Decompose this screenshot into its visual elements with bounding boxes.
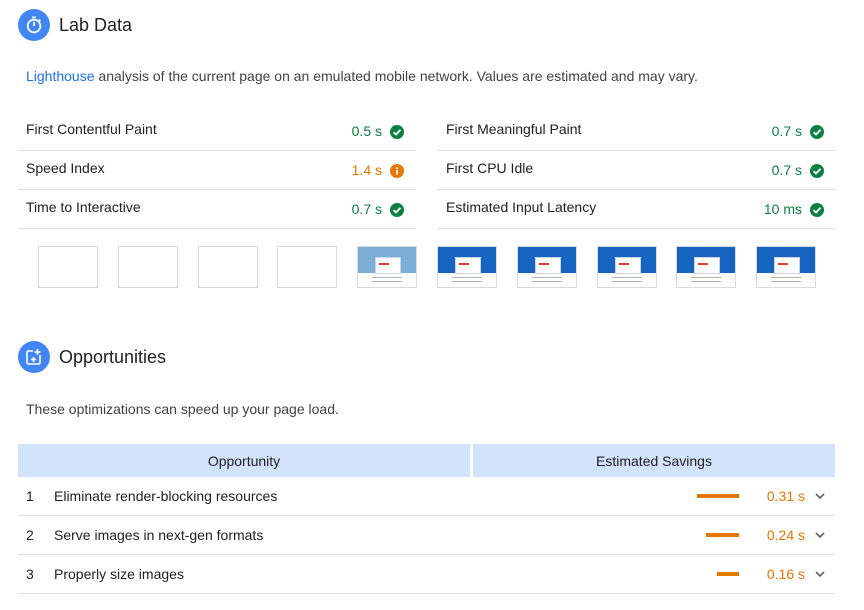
pass-check-icon [810,164,824,178]
pass-check-icon [810,125,824,139]
metric-value: 0.7 s [771,162,802,178]
filmstrip-frame [197,246,258,288]
opportunity-row[interactable]: 3 Properly size images 0.16 s [18,555,835,594]
metric-row: First Contentful Paint 0.5 s [18,112,416,151]
header-estimated-savings: Estimated Savings [473,444,835,477]
opportunities-header: Opportunities [18,341,166,373]
metric-value: 1.4 s [351,162,382,178]
opportunities-table: Opportunity Estimated Savings 1 Eliminate… [18,444,835,594]
savings-value: 0.16 s [766,566,805,582]
metric-row: Estimated Input Latency 10 ms [438,190,836,229]
opportunity-name: Properly size images [54,566,184,582]
opportunity-name: Eliminate render-blocking resources [54,488,278,504]
filmstrip-frame [357,246,418,288]
opportunity-row[interactable]: 2 Serve images in next-gen formats 0.24 s [18,516,835,555]
opportunity-number: 1 [26,488,34,504]
metric-value: 0.7 s [351,201,382,217]
metric-label: Time to Interactive [26,199,141,215]
savings-bar [717,572,739,576]
metric-label: First Contentful Paint [26,121,157,137]
opportunity-name: Serve images in next-gen formats [54,527,264,543]
metric-value: 0.5 s [351,123,382,139]
filmstrip-frame [516,246,577,288]
chevron-down-icon[interactable] [813,489,827,503]
table-header: Opportunity Estimated Savings [18,444,835,477]
opportunity-number: 3 [26,566,34,582]
metric-label: First CPU Idle [446,160,534,176]
metric-row: First Meaningful Paint 0.7 s [438,112,836,151]
savings-value: 0.24 s [766,527,805,543]
metric-value: 0.7 s [771,123,802,139]
savings-bar [706,533,739,537]
filmstrip-frame [437,246,497,288]
opportunities-title: Opportunities [59,346,167,367]
metric-label: Speed Index [26,160,105,176]
metric-row: Time to Interactive 0.7 s [18,190,416,229]
opportunity-row[interactable]: 1 Eliminate render-blocking resources 0.31… [18,477,835,516]
lab-data-title: Lab Data [59,14,133,35]
filmstrip-frame [756,246,817,288]
savings-value: 0.31 s [766,488,805,504]
lab-data-description: Lighthouse analysis of the current page … [26,68,698,84]
pass-check-icon [810,203,824,217]
pass-check-icon [390,125,404,139]
filmstrip-frame [676,246,737,288]
metric-row: First CPU Idle 0.7 s [438,151,836,190]
lab-data-header: Lab Data [18,9,132,41]
filmstrip-frame [596,246,657,288]
opportunity-icon [18,341,50,373]
stopwatch-icon [18,9,50,41]
metric-value: 10 ms [763,201,802,217]
metric-label: Estimated Input Latency [446,199,597,215]
lighthouse-link[interactable]: Lighthouse [26,68,95,84]
pass-check-icon [390,203,404,217]
filmstrip [38,246,818,288]
metric-row: Speed Index 1.4 s [18,151,416,190]
lab-description-text: analysis of the current page on an emula… [94,68,698,84]
metrics-left-column: First Contentful Paint 0.5 s Speed Index… [18,112,416,229]
savings-bar [697,494,739,498]
chevron-down-icon[interactable] [813,528,827,542]
metrics-right-column: First Meaningful Paint 0.7 s First CPU I… [438,112,836,229]
metric-label: First Meaningful Paint [446,121,582,137]
filmstrip-frame [117,246,178,288]
header-opportunity: Opportunity [18,444,470,477]
opportunities-description: These optimizations can speed up your pa… [26,401,339,417]
filmstrip-frame [38,246,98,288]
chevron-down-icon[interactable] [813,567,827,581]
opportunity-number: 2 [26,527,34,543]
warning-info-icon [390,164,404,178]
filmstrip-frame [277,246,338,288]
